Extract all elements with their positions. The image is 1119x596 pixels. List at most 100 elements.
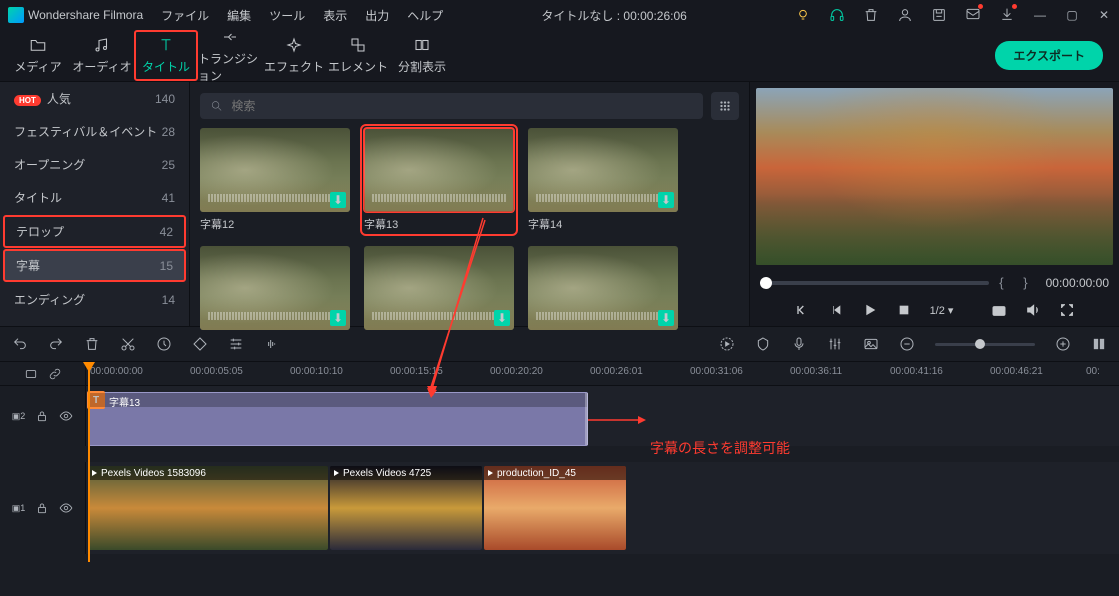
maximize-button[interactable]: ▢: [1065, 8, 1079, 22]
track-video: ▣1 Pexels Videos 1583096 Pexels Videos 4…: [0, 462, 1119, 554]
preview-zoom[interactable]: 1/2 ▾: [930, 304, 954, 317]
link-off-icon[interactable]: [24, 367, 38, 381]
tab-element[interactable]: エレメント: [326, 32, 390, 79]
menu-help[interactable]: ヘルプ: [407, 7, 443, 24]
video-clip-2[interactable]: Pexels Videos 4725: [330, 466, 482, 550]
tab-audio[interactable]: オーディオ: [70, 32, 134, 79]
search-input[interactable]: [231, 99, 693, 113]
folder-icon: [28, 36, 48, 54]
playhead[interactable]: [88, 362, 90, 562]
menu-edit[interactable]: 編集: [227, 7, 251, 24]
tab-media[interactable]: メディア: [6, 32, 70, 79]
sidebar-item-opening[interactable]: オープニング25: [0, 148, 189, 181]
zoom-fit-icon[interactable]: [1091, 336, 1107, 352]
redo-icon[interactable]: [48, 336, 64, 352]
sidebar-item-telop[interactable]: テロップ42: [3, 215, 186, 248]
audio-wave-icon[interactable]: [264, 336, 280, 352]
sidebar-item-popular[interactable]: HOT人気140: [0, 82, 189, 115]
stop-icon[interactable]: [896, 302, 912, 318]
video-clip-1[interactable]: Pexels Videos 1583096: [88, 466, 328, 550]
scrub-track[interactable]: [760, 281, 989, 285]
tab-transition[interactable]: トランジション: [198, 24, 262, 88]
play-icon[interactable]: [862, 302, 878, 318]
menu-bar: ファイル 編集 ツール 表示 出力 ヘルプ: [161, 7, 443, 24]
clip-resize-handle[interactable]: [585, 393, 588, 445]
save-icon[interactable]: [931, 7, 947, 23]
thumb-subtitle14[interactable]: ⬇字幕14: [528, 128, 678, 232]
sidebar-item-ending[interactable]: エンディング14: [0, 283, 189, 316]
layers-icon: [348, 36, 368, 54]
eye-icon[interactable]: [59, 501, 73, 515]
trash-icon[interactable]: [863, 7, 879, 23]
undo-icon[interactable]: [12, 336, 28, 352]
scrub-handle[interactable]: [760, 277, 772, 289]
thumb-subtitle-more2[interactable]: ⬇: [364, 246, 514, 330]
timeline-ruler[interactable]: 00:00:00:00 00:00:05:05 00:00:10:10 00:0…: [86, 362, 1119, 385]
mic-icon[interactable]: [791, 336, 807, 352]
thumb-subtitle12[interactable]: ⬇字幕12: [200, 128, 350, 232]
menu-file[interactable]: ファイル: [161, 7, 209, 24]
download-button[interactable]: [999, 6, 1015, 25]
picture-icon[interactable]: [863, 336, 879, 352]
crop-icon[interactable]: [192, 336, 208, 352]
sidebar-item-subtitle[interactable]: 字幕15: [3, 249, 186, 282]
hot-badge: HOT: [14, 95, 41, 106]
cut-icon[interactable]: [120, 336, 136, 352]
snapshot-icon[interactable]: [991, 302, 1007, 318]
category-sidebar[interactable]: HOT人気140 フェスティバル＆イベント28 オープニング25 タイトル41 …: [0, 82, 190, 326]
main-tabs: メディア オーディオ タイトル トランジション エフェクト エレメント 分割表示…: [0, 30, 1119, 82]
menu-export[interactable]: 出力: [365, 7, 389, 24]
account-icon[interactable]: [897, 7, 913, 23]
title-clip[interactable]: T 字幕13: [88, 392, 588, 446]
preview-video[interactable]: [756, 88, 1113, 265]
message-button[interactable]: [965, 6, 981, 25]
marker-icon[interactable]: [755, 336, 771, 352]
menu-tools[interactable]: ツール: [269, 7, 305, 24]
video-clip-3[interactable]: production_ID_45: [484, 466, 626, 550]
download-arrow-icon: ⬇: [330, 310, 346, 326]
prev-frame-icon[interactable]: [794, 302, 810, 318]
close-button[interactable]: ✕: [1097, 8, 1111, 22]
volume-icon[interactable]: [1025, 302, 1041, 318]
download-arrow-icon: ⬇: [658, 192, 674, 208]
menu-view[interactable]: 表示: [323, 7, 347, 24]
eye-icon[interactable]: [59, 409, 73, 423]
thumb-subtitle-more1[interactable]: ⬇: [200, 246, 350, 330]
workspace: HOT人気140 フェスティバル＆イベント28 オープニング25 タイトル41 …: [0, 82, 1119, 326]
speed-icon[interactable]: [156, 336, 172, 352]
track-head-2: ▣2: [0, 386, 86, 446]
mixer-icon[interactable]: [827, 336, 843, 352]
sidebar-item-festival[interactable]: フェスティバル＆イベント28: [0, 115, 189, 148]
delete-icon[interactable]: [84, 336, 100, 352]
zoom-out-icon[interactable]: [899, 336, 915, 352]
sidebar-item-title[interactable]: タイトル41: [0, 181, 189, 214]
tab-title[interactable]: タイトル: [134, 30, 198, 81]
tab-split[interactable]: 分割表示: [390, 32, 454, 79]
export-button[interactable]: エクスポート: [995, 41, 1103, 70]
download-arrow-icon: ⬇: [330, 192, 346, 208]
render-icon[interactable]: [719, 336, 735, 352]
lock-icon[interactable]: [35, 409, 49, 423]
link-icon[interactable]: [48, 367, 62, 381]
headphones-icon[interactable]: [829, 7, 845, 23]
adjust-icon[interactable]: [228, 336, 244, 352]
track-body-title[interactable]: T 字幕13: [86, 386, 1119, 446]
lightbulb-icon[interactable]: [795, 7, 811, 23]
tab-effect[interactable]: エフェクト: [262, 32, 326, 79]
zoom-slider[interactable]: [935, 343, 1035, 346]
timeline-toolbar: [0, 326, 1119, 362]
thumbnail-grid: ⬇字幕12 字幕13 ⬇字幕14 ⬇ ⬇ ⬇: [200, 128, 739, 330]
fullscreen-icon[interactable]: [1059, 302, 1075, 318]
step-back-icon[interactable]: [828, 302, 844, 318]
grid-toggle-button[interactable]: [711, 92, 739, 120]
track-body-video[interactable]: Pexels Videos 1583096 Pexels Videos 4725…: [86, 462, 1119, 554]
zoom-in-icon[interactable]: [1055, 336, 1071, 352]
minimize-button[interactable]: —: [1033, 8, 1047, 22]
app-name: Wondershare Filmora: [28, 8, 143, 22]
ruler-head: [0, 362, 86, 385]
search-box[interactable]: [200, 93, 703, 119]
thumb-subtitle13[interactable]: 字幕13: [362, 126, 516, 234]
thumb-subtitle-more3[interactable]: ⬇: [528, 246, 678, 330]
lock-icon[interactable]: [35, 501, 49, 515]
preview-scrubber: { } 00:00:00:00: [750, 271, 1119, 294]
